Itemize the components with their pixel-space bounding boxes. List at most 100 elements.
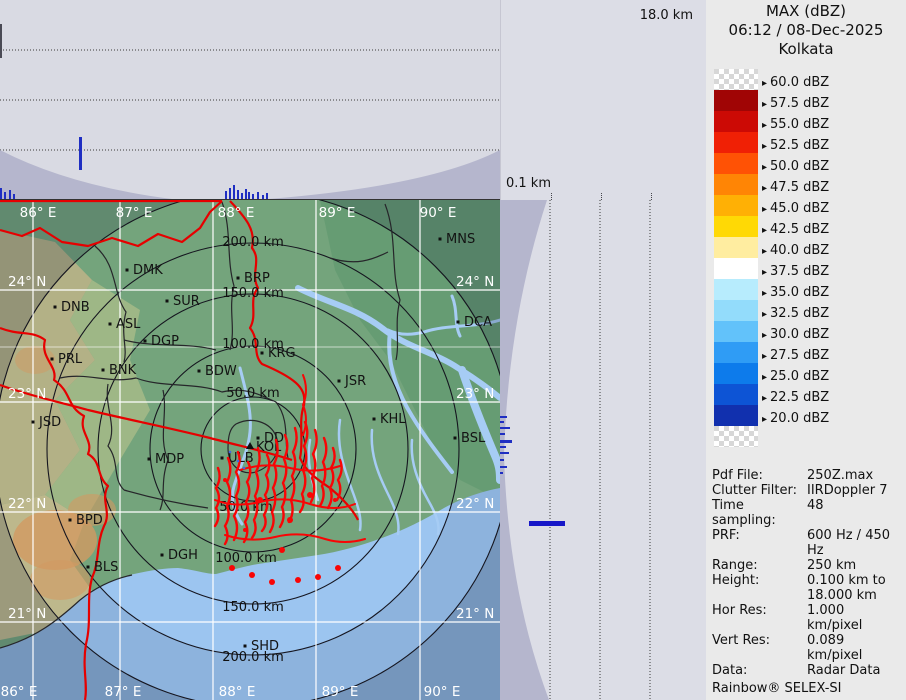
- station-dot: [198, 370, 201, 373]
- legend-color-band: [714, 195, 758, 216]
- tick-arrow-icon: ▸: [762, 393, 767, 404]
- transparent-checker-bottom: [714, 426, 758, 447]
- height-grid-lines: [0, 50, 500, 150]
- longitude-label: 90° E: [424, 684, 461, 700]
- corner-axis-panel: 18.0 km 0.1 km: [500, 0, 707, 200]
- station-label: JSD: [38, 415, 61, 430]
- legend-scale-label: ▸27.5 dBZ: [762, 349, 829, 364]
- legend-color-band: [714, 237, 758, 258]
- metadata-value: 1.000 km/pixel: [807, 603, 902, 633]
- legend-color-band: [714, 321, 758, 342]
- station-label: DGH: [168, 548, 198, 563]
- longitude-label: 87° E: [116, 205, 153, 221]
- top-cross-section-panel: [0, 0, 500, 200]
- tick-arrow-icon: ▸: [762, 351, 767, 362]
- legend-color-band: [714, 216, 758, 237]
- metadata-value: Radar Data: [807, 663, 902, 678]
- station-dot: [102, 369, 105, 372]
- metadata-label: Data:: [712, 663, 807, 678]
- station-dot: [338, 380, 341, 383]
- metadata-row: Vert Res:0.089 km/pixel: [712, 633, 902, 663]
- station-dot: [32, 421, 35, 424]
- legend-color-band: [714, 111, 758, 132]
- station-label: BRP: [244, 271, 270, 286]
- range-ring-label: 100.0 km: [215, 551, 277, 566]
- tick-arrow-icon: ▸: [762, 309, 767, 320]
- software-brand: Rainbow® SELEX-SI: [712, 681, 902, 696]
- legend-scale-label: ▸57.5 dBZ: [762, 97, 829, 112]
- range-ring-label: 50.0 km: [226, 386, 279, 401]
- scale-value-text: 40.0 dBZ: [770, 243, 829, 258]
- scale-value-text: 32.5 dBZ: [770, 306, 829, 321]
- station-dot: [454, 437, 457, 440]
- station-dot: [148, 458, 151, 461]
- product-title: MAX (dBZ) 06:12 / 08-Dec-2025 Kolkata: [706, 2, 906, 59]
- station-label: BNK: [109, 363, 137, 378]
- edge-artifact: [0, 24, 2, 58]
- legend-color-band: [714, 300, 758, 321]
- legend-color-band: [714, 258, 758, 279]
- tick-arrow-icon: ▸: [762, 288, 767, 299]
- station-label: KHL: [380, 412, 406, 427]
- transparent-checker-top: [714, 69, 758, 90]
- legend-scale-label: ▸60.0 dBZ: [762, 76, 829, 91]
- legend-color-bar-bands: [714, 90, 758, 426]
- range-ring-label: 150.0 km: [222, 286, 284, 301]
- scale-value-text: 37.5 dBZ: [770, 264, 829, 279]
- station-dot: [261, 352, 264, 355]
- station-dot: [144, 340, 147, 343]
- scale-value-text: 57.5 dBZ: [770, 96, 829, 111]
- latitude-label: 24° N: [8, 274, 46, 290]
- station-dot: [244, 645, 247, 648]
- station-dot: [373, 418, 376, 421]
- longitude-label: 87° E: [105, 684, 142, 700]
- tick-arrow-icon: ▸: [762, 372, 767, 383]
- longitude-label: 90° E: [420, 205, 457, 221]
- station-label: BPD: [76, 513, 103, 528]
- station-label: DNB: [61, 300, 90, 315]
- side-cross-section-panel: [500, 200, 706, 700]
- scale-value-text: 47.5 dBZ: [770, 180, 829, 195]
- radar-map-canvas: 86° E87° E88° E89° E90° E 86° E87° E88° …: [0, 200, 500, 700]
- beam-blind-zone: [0, 150, 500, 199]
- metadata-label: Range:: [712, 558, 807, 573]
- legend-color-band: [714, 384, 758, 405]
- latitude-label: 21° N: [8, 606, 46, 622]
- metadata-row: Data:Radar Data: [712, 663, 902, 678]
- tick-arrow-icon: ▸: [762, 414, 767, 425]
- metadata-row: Clutter Filter:IIRDoppler 7: [712, 483, 902, 498]
- latitude-label: 23° N: [8, 386, 46, 402]
- station-label: MNS: [446, 232, 475, 247]
- axis-tick: [651, 193, 652, 200]
- metadata-label: Time sampling:: [712, 498, 807, 528]
- scale-value-text: 50.0 dBZ: [770, 159, 829, 174]
- height-axis-max-label: 18.0 km: [640, 8, 693, 23]
- legend-scale-label: ▸32.5 dBZ: [762, 307, 829, 322]
- scale-value-text: 27.5 dBZ: [770, 348, 829, 363]
- scale-value-text: 22.5 dBZ: [770, 390, 829, 405]
- station-label: DMK: [133, 263, 163, 278]
- radar-display-window: 18.0 km 0.1 km: [0, 0, 906, 700]
- height-grid-lines: [550, 200, 650, 700]
- axis-tick: [601, 193, 602, 200]
- legend-color-band: [714, 363, 758, 384]
- scale-value-text: 30.0 dBZ: [770, 327, 829, 342]
- station-label: BDW: [205, 364, 237, 379]
- latitude-label: 24° N: [456, 274, 494, 290]
- station-dot: [221, 457, 224, 460]
- legend-scale-label: ▸30.0 dBZ: [762, 328, 829, 343]
- legend-scale-label: ▸25.0 dBZ: [762, 370, 829, 385]
- station-label: PRL: [58, 352, 83, 367]
- legend-color-band: [714, 132, 758, 153]
- scale-value-text: 20.0 dBZ: [770, 411, 829, 426]
- metadata-value: 0.100 km to 18.000 km: [807, 573, 902, 603]
- station-dot: [457, 321, 460, 324]
- latitude-label: 21° N: [456, 606, 494, 622]
- longitude-label: 86° E: [20, 205, 57, 221]
- station-label: ASL: [116, 317, 141, 332]
- legend-scale-label: ▸22.5 dBZ: [762, 391, 829, 406]
- legend-scale-label: ▸37.5 dBZ: [762, 265, 829, 280]
- radar-map: 86° E87° E88° E89° E90° E 86° E87° E88° …: [0, 200, 500, 700]
- metadata-row: Range:250 km: [712, 558, 902, 573]
- station-dot: [126, 269, 129, 272]
